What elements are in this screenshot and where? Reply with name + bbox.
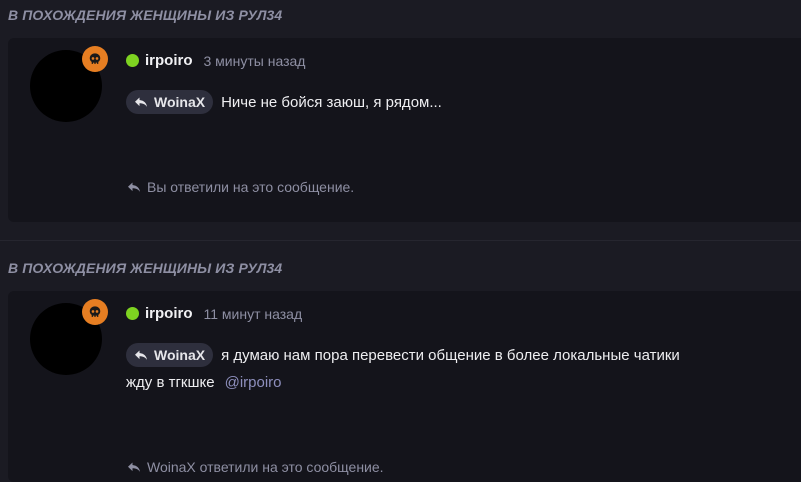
reply-to-name: WoinaX	[154, 347, 206, 363]
reply-to-chip[interactable]: WoinaX	[126, 343, 214, 367]
message-text: Ниче не бойся заюш, я рядом...	[221, 93, 442, 111]
replied-status-text: WoinaX ответили на это сообщение.	[147, 459, 384, 475]
replied-status: Вы ответили на это сообщение.	[126, 179, 354, 195]
reply-arrow-icon	[128, 182, 140, 192]
message-body: WoinaX Ниче не бойся заюш, я рядом...	[126, 90, 442, 114]
replied-status-text: Вы ответили на это сообщение.	[147, 179, 355, 195]
author-row: irpoiro 3 минуты назад	[126, 52, 305, 69]
notification-card[interactable]: irpoiro 3 минуты назад WoinaX Ниче не бо…	[8, 38, 801, 222]
message-body-line-2: жду в тгкшке @irpoiro	[126, 374, 282, 391]
thread-title[interactable]: В ПОХОЖДЕНИЯ ЖЕНЩИНЫ ИЗ РУЛ34	[8, 260, 282, 276]
reply-arrow-icon	[135, 97, 147, 107]
notifications-feed: В ПОХОЖДЕНИЯ ЖЕНЩИНЫ ИЗ РУЛ34 irpoiro 3 …	[0, 0, 801, 482]
author-name[interactable]: irpoiro	[145, 52, 193, 69]
skull-icon	[89, 306, 101, 317]
reply-to-name: WoinaX	[154, 94, 206, 110]
message-text: я думаю нам пора перевести общение в бол…	[221, 346, 680, 364]
avatar-badge	[82, 299, 108, 325]
replied-status: WoinaX ответили на это сообщение.	[126, 459, 384, 475]
avatar-badge	[82, 46, 108, 72]
author-name[interactable]: irpoiro	[145, 305, 193, 322]
user-mention[interactable]: @irpoiro	[225, 374, 282, 391]
message-body: WoinaX я думаю нам пора перевести общени…	[126, 343, 680, 367]
message-text: жду в тгкшке	[126, 374, 215, 391]
author-row: irpoiro 11 минут назад	[126, 305, 302, 322]
thread-title[interactable]: В ПОХОЖДЕНИЯ ЖЕНЩИНЫ ИЗ РУЛ34	[8, 7, 282, 23]
reply-arrow-icon	[135, 350, 147, 360]
post-timestamp[interactable]: 11 минут назад	[204, 306, 303, 322]
reply-arrow-icon	[128, 462, 140, 472]
online-status-icon	[126, 307, 139, 320]
divider	[0, 240, 801, 241]
skull-icon	[89, 53, 101, 64]
reply-to-chip[interactable]: WoinaX	[126, 90, 214, 114]
online-status-icon	[126, 54, 139, 67]
post-timestamp[interactable]: 3 минуты назад	[204, 53, 306, 69]
notification-card[interactable]: irpoiro 11 минут назад WoinaX я думаю на…	[8, 291, 801, 482]
